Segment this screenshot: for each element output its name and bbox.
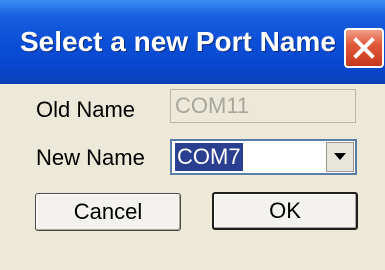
ok-button[interactable]: OK: [212, 192, 358, 230]
chevron-down-icon: [334, 153, 346, 160]
dialog-title: Select a new Port Name: [20, 26, 336, 57]
old-name-label: Old Name: [36, 97, 136, 122]
old-name-field: COM11: [170, 89, 356, 123]
new-name-dropdown[interactable]: COM7: [170, 139, 357, 175]
dropdown-button[interactable]: [326, 142, 354, 172]
new-name-label: New Name: [36, 145, 145, 170]
cancel-button[interactable]: Cancel: [35, 193, 181, 231]
new-name-value[interactable]: COM7: [175, 143, 243, 171]
close-icon: [353, 37, 375, 59]
close-button[interactable]: [344, 28, 384, 68]
dialog-titlebar[interactable]: Select a new Port Name: [0, 0, 385, 84]
